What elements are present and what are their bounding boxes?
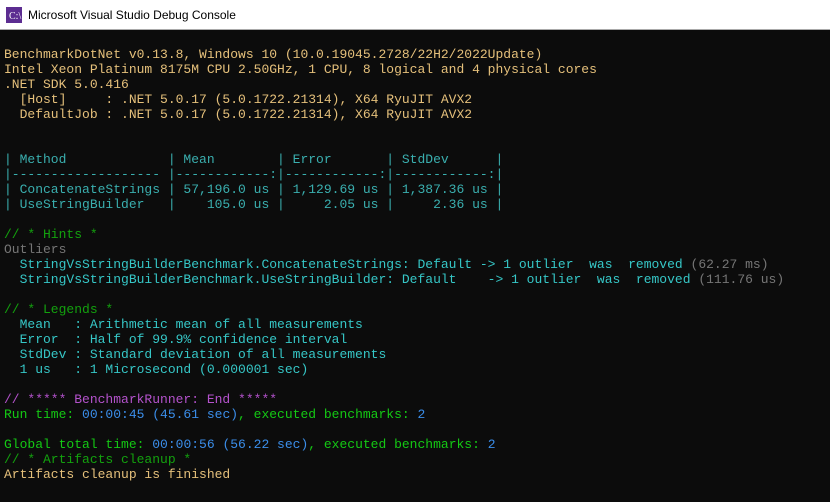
env-line: Intel Xeon Platinum 8175M CPU 2.50GHz, 1…: [4, 62, 597, 77]
hints-title: // * Hints *: [4, 227, 98, 242]
console-output: BenchmarkDotNet v0.13.8, Windows 10 (10.…: [0, 30, 830, 484]
outliers-label: Outliers: [4, 242, 66, 257]
window-titlebar[interactable]: C:\ Microsoft Visual Studio Debug Consol…: [0, 0, 830, 30]
outlier-line: StringVsStringBuilderBenchmark.Concatena…: [4, 257, 769, 272]
runner-end: // ***** BenchmarkRunner: End *****: [4, 392, 277, 407]
table-header: | Method | Mean | Error | StdDev |: [4, 152, 503, 167]
table-row: | UseStringBuilder | 105.0 us | 2.05 us …: [4, 197, 503, 212]
app-icon: C:\: [6, 7, 22, 23]
legend-line: 1 us : 1 Microsecond (0.000001 sec): [4, 362, 308, 377]
global-time-line: Global total time: 00:00:56 (56.22 sec),…: [4, 437, 496, 452]
env-line: BenchmarkDotNet v0.13.8, Windows 10 (10.…: [4, 47, 542, 62]
legend-line: Mean : Arithmetic mean of all measuremen…: [4, 317, 363, 332]
table-separator: |------------------- |------------:|----…: [4, 167, 503, 182]
env-line: .NET SDK 5.0.416: [4, 77, 129, 92]
table-row: | ConcatenateStrings | 57,196.0 us | 1,1…: [4, 182, 503, 197]
legends-title: // * Legends *: [4, 302, 113, 317]
artifacts-done: Artifacts cleanup is finished: [4, 467, 230, 482]
legend-line: Error : Half of 99.9% confidence interva…: [4, 332, 347, 347]
env-line: [Host] : .NET 5.0.17 (5.0.1722.21314), X…: [4, 92, 472, 107]
svg-text:C:\: C:\: [9, 11, 21, 22]
window-title: Microsoft Visual Studio Debug Console: [28, 8, 236, 22]
runtime-line: Run time: 00:00:45 (45.61 sec), executed…: [4, 407, 425, 422]
legend-line: StdDev : Standard deviation of all measu…: [4, 347, 386, 362]
artifacts-title: // * Artifacts cleanup *: [4, 452, 191, 467]
outlier-line: StringVsStringBuilderBenchmark.UseString…: [4, 272, 784, 287]
env-line: DefaultJob : .NET 5.0.17 (5.0.1722.21314…: [4, 107, 472, 122]
